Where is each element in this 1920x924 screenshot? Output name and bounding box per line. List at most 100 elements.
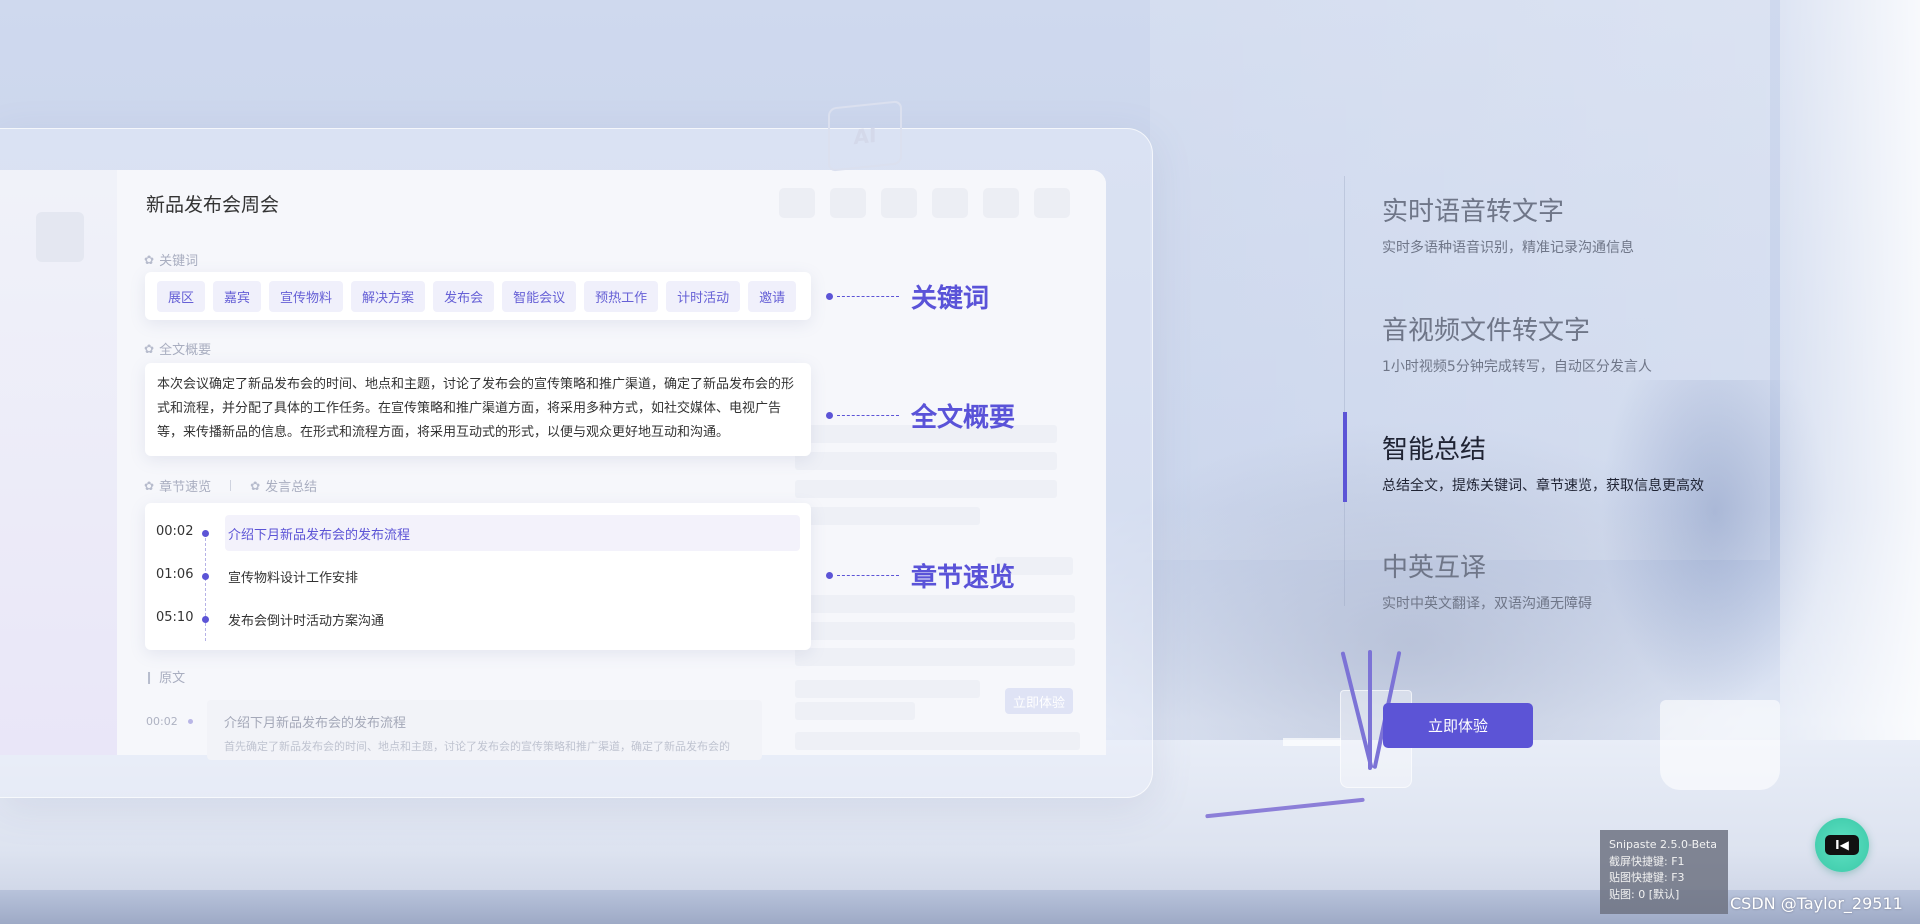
- raw-time: 00:02: [146, 715, 178, 728]
- toolbar-button[interactable]: [881, 188, 917, 218]
- keyword-tag[interactable]: 邀请: [748, 280, 797, 312]
- divider: [230, 480, 232, 491]
- chapters-panel: 00:02 介绍下月新品发布会的发布流程 01:06 宣传物料设计工作安排 05…: [145, 503, 811, 650]
- timeline-dot: [202, 616, 209, 623]
- callout-line: [837, 296, 899, 297]
- feature-item-realtime-transcription[interactable]: 实时语音转文字 实时多语种语音识别，精准记录沟通信息: [1382, 191, 1634, 257]
- try-now-button[interactable]: 立即体验: [1383, 703, 1533, 748]
- keyword-tag[interactable]: 预热工作: [584, 280, 659, 312]
- chapter-title: 发布会倒计时活动方案沟通: [228, 614, 385, 629]
- floating-assistant-button[interactable]: I◀: [1815, 818, 1869, 872]
- sparkle-icon: ✿: [144, 478, 155, 493]
- ghost-row: [795, 732, 1080, 750]
- chapters-label: ✿ 章节速览 ✿ 发言总结: [144, 476, 317, 496]
- feature-item-smart-summary[interactable]: 智能总结 总结全文，提炼关键词、章节速览，获取信息更高效: [1382, 429, 1704, 495]
- callout-dot: [826, 412, 833, 419]
- bar-icon: ❙: [144, 669, 155, 684]
- chapter-time: 00:02: [156, 524, 194, 539]
- sparkle-icon: ✿: [250, 478, 261, 493]
- feature-title: 智能总结: [1382, 435, 1487, 465]
- ghost-row: [795, 702, 915, 720]
- tab-chapters[interactable]: 章节速览: [159, 476, 211, 495]
- snipaste-tooltip: Snipaste 2.5.0-Beta 截屏快捷键: F1 贴图快捷键: F3 …: [1600, 830, 1728, 914]
- callout-dot: [826, 572, 833, 579]
- feature-desc: 总结全文，提炼关键词、章节速览，获取信息更高效: [1382, 478, 1704, 494]
- summary-text: 本次会议确定了新品发布会的时间、地点和主题，讨论了发布会的宣传策略和推广渠道，确…: [157, 377, 795, 440]
- keywords-label-text: 关键词: [159, 254, 199, 269]
- raw-title: 介绍下月新品发布会的发布流程: [224, 716, 407, 731]
- ai-illustration: AI: [828, 100, 902, 172]
- chapter-time: 05:10: [156, 610, 194, 625]
- feature-rail: [1344, 176, 1345, 606]
- toolbar-button[interactable]: [779, 188, 815, 218]
- keyword-tag[interactable]: 宣传物料: [269, 280, 344, 312]
- summary-label: ✿ 全文概要: [144, 339, 211, 359]
- snipaste-line: 截屏快捷键: F1: [1609, 854, 1685, 868]
- assistant-icon: I◀: [1825, 835, 1859, 855]
- ghost-row: [795, 648, 1075, 666]
- callout-dot: [826, 293, 833, 300]
- ghost-row: [795, 452, 1057, 470]
- callout-keywords: 关键词: [826, 278, 989, 315]
- feature-active-indicator: [1343, 412, 1347, 502]
- ghost-row: [795, 480, 1057, 498]
- chapter-item[interactable]: 05:10 发布会倒计时活动方案沟通: [145, 601, 811, 637]
- toolbar-button[interactable]: [830, 188, 866, 218]
- summary-panel: 本次会议确定了新品发布会的时间、地点和主题，讨论了发布会的宣传策略和推广渠道，确…: [145, 363, 811, 456]
- keyword-tag[interactable]: 智能会议: [502, 280, 577, 312]
- ghost-row: [795, 680, 980, 698]
- feature-item-file-transcription[interactable]: 音视频文件转文字 1小时视频5分钟完成转写，自动区分发言人: [1382, 310, 1652, 376]
- keyword-tag[interactable]: 解决方案: [351, 280, 426, 312]
- toolbar: [779, 188, 1070, 218]
- keyword-tag[interactable]: 发布会: [433, 280, 495, 312]
- feature-title: 实时语音转文字: [1382, 197, 1565, 227]
- sidebar-logo: [36, 212, 84, 262]
- tab-speaker-summary[interactable]: 发言总结: [265, 476, 317, 495]
- page-title: 新品发布会周会: [146, 194, 280, 216]
- chapter-title: 宣传物料设计工作安排: [228, 571, 359, 586]
- keyword-tag[interactable]: 展区: [157, 280, 206, 312]
- timeline-dot: [202, 573, 209, 580]
- feature-title: 中英互译: [1382, 553, 1487, 583]
- feature-title: 音视频文件转文字: [1382, 316, 1591, 346]
- watermark: CSDN @Taylor_29511: [1730, 894, 1903, 913]
- keyword-tag[interactable]: 计时活动: [666, 280, 741, 312]
- sparkle-icon: ✿: [144, 341, 155, 356]
- toolbar-button[interactable]: [1034, 188, 1070, 218]
- timeline-dot: [188, 719, 193, 724]
- callout-text: 全文概要: [911, 403, 1016, 433]
- keyword-tag[interactable]: 嘉宾: [213, 280, 262, 312]
- background-plant-pot: [1660, 700, 1780, 790]
- snipaste-line: 贴图快捷键: F3: [1609, 871, 1685, 884]
- timeline-dot: [202, 530, 209, 537]
- chapter-item[interactable]: 01:06 宣传物料设计工作安排: [145, 558, 811, 594]
- sparkle-icon: ✿: [144, 252, 155, 267]
- feature-desc: 1小时视频5分钟完成转写，自动区分发言人: [1382, 359, 1652, 375]
- chapter-item[interactable]: 00:02 介绍下月新品发布会的发布流程: [145, 515, 811, 551]
- chapter-time: 01:06: [156, 567, 194, 582]
- toolbar-button[interactable]: [983, 188, 1019, 218]
- ghost-row: [795, 622, 1075, 640]
- callout-text: 关键词: [911, 284, 990, 314]
- snipaste-line: Snipaste 2.5.0-Beta: [1609, 838, 1717, 851]
- decorative-chip: [1283, 738, 1341, 746]
- feature-desc: 实时多语种语音识别，精准记录沟通信息: [1382, 240, 1634, 256]
- raw-description: 首先确定了新品发布会的时间、地点和主题，讨论了发布会的宣传策略和推广渠道，确定了…: [224, 740, 730, 753]
- ghost-try-button: 立即体验: [1005, 688, 1073, 714]
- snipaste-line: 贴图: 0 [默认]: [1609, 887, 1680, 901]
- callout-summary: 全文概要: [826, 397, 1015, 434]
- feature-desc: 实时中英文翻译，双语沟通无障碍: [1382, 596, 1592, 612]
- chapter-title: 介绍下月新品发布会的发布流程: [228, 528, 411, 543]
- background-pen: [1368, 650, 1372, 770]
- raw-label: ❙ 原文: [144, 667, 185, 687]
- toolbar-button[interactable]: [932, 188, 968, 218]
- ghost-row: [795, 595, 1075, 613]
- keywords-label: ✿ 关键词: [144, 250, 199, 270]
- feature-item-translation[interactable]: 中英互译 实时中英文翻译，双语沟通无障碍: [1382, 547, 1592, 613]
- callout-chapters: 章节速览: [826, 557, 1015, 594]
- callout-line: [837, 415, 899, 416]
- callout-line: [837, 575, 899, 576]
- callout-text: 章节速览: [911, 563, 1016, 593]
- app-sidebar: [0, 170, 117, 755]
- ghost-row: [795, 507, 980, 525]
